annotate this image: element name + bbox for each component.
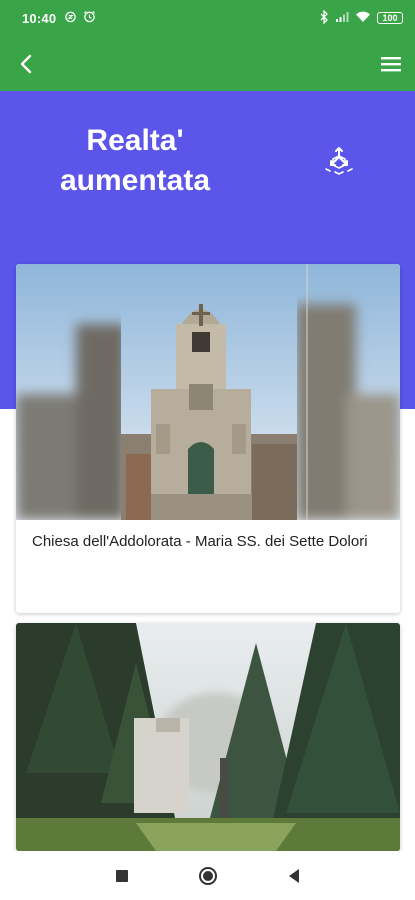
bluetooth-icon xyxy=(319,8,329,27)
home-circle-icon[interactable] xyxy=(196,864,220,888)
page-title-line-1: Realta' xyxy=(86,124,184,157)
back-triangle-icon[interactable] xyxy=(282,864,306,888)
poi-card[interactable] xyxy=(16,623,400,851)
battery-icon: 100 xyxy=(377,12,403,24)
page-title: Realta' aumentata xyxy=(0,121,270,201)
church-facade-photo xyxy=(16,264,400,520)
page-title-line-2: aumentata xyxy=(59,164,211,197)
system-navigation-bar xyxy=(0,851,415,900)
app-bar xyxy=(0,36,415,91)
forest-path-photo xyxy=(16,623,400,851)
chevron-left-icon[interactable] xyxy=(14,52,38,76)
signal-icon xyxy=(335,11,349,26)
alarm-snooze-icon xyxy=(64,10,77,26)
card-title: Chiesa dell'Addolorata - Maria SS. dei S… xyxy=(32,533,368,550)
recents-square-icon[interactable] xyxy=(110,864,134,888)
status-bar: 10:40 100 xyxy=(0,0,415,36)
wifi-icon xyxy=(355,11,371,26)
ar-cube-icon[interactable] xyxy=(318,139,360,181)
alarm-clock-icon xyxy=(83,10,96,26)
poi-card[interactable]: Chiesa dell'Addolorata - Maria SS. dei S… xyxy=(16,264,400,613)
hamburger-menu-icon[interactable] xyxy=(379,52,403,76)
status-time: 10:40 xyxy=(22,10,57,26)
